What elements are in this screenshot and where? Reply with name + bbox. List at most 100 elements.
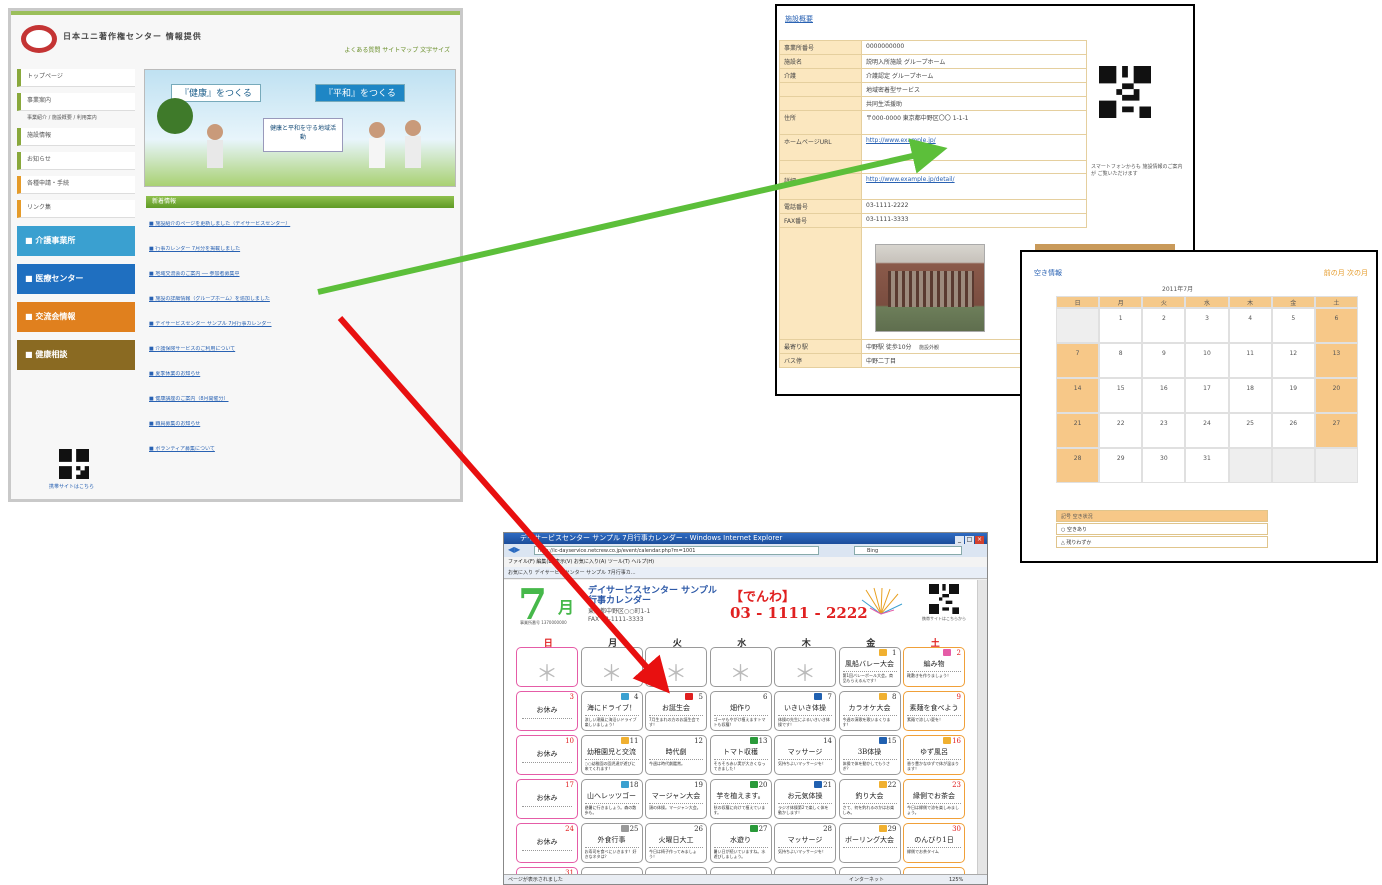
favorites-bar[interactable]: お気に入り デイサービスセンター サンプル 7月行事カ... <box>504 567 987 579</box>
calendar-day-cell[interactable]: 20 芋を植えます。 秋の収穫に向けて植えています。 <box>709 779 772 819</box>
availability-day-cell[interactable]: 25 <box>1228 413 1272 448</box>
calendar-day-cell[interactable]: 29 ボーリング大会 <box>838 823 901 863</box>
calendar-day-cell[interactable]: 22 釣り大会 さて、何を釣れるのかはお楽しみ。 <box>838 779 901 819</box>
availability-day-cell[interactable]: 19 <box>1271 378 1315 413</box>
availability-day-cell[interactable]: 10 <box>1185 343 1229 378</box>
maximize-icon[interactable]: □ <box>965 536 974 544</box>
availability-day-cell[interactable]: 9 <box>1142 343 1186 378</box>
news-item[interactable]: ■ 地域交流会のご案内 ── 参加者募集中 <box>149 271 449 278</box>
calendar-day-cell[interactable]: 3 お休み <box>516 691 578 731</box>
calendar-day-cell[interactable]: 12 時代劇 今週は時代劇鑑賞。 <box>645 735 707 775</box>
availability-day-cell[interactable]: 2 <box>1142 308 1186 343</box>
availability-day-cell[interactable]: 7 <box>1056 343 1100 378</box>
calendar-day-cell[interactable]: 15 3B体操 体操で体を動かしてもうさぎ？ <box>838 735 901 775</box>
availability-day-cell[interactable]: 18 <box>1228 378 1272 413</box>
nav-item-0[interactable]: トップページ <box>17 69 135 87</box>
calendar-day-cell[interactable]: 24 お休み <box>516 823 578 863</box>
nav-item-2[interactable]: 施設情報 <box>17 128 135 146</box>
calendar-day-cell[interactable]: ＊ <box>709 647 772 687</box>
breadcrumb[interactable]: 施設概要 <box>785 14 813 24</box>
availability-day-cell[interactable]: 5 <box>1271 308 1315 343</box>
availability-day-cell[interactable]: 17 <box>1185 378 1229 413</box>
calendar-day-cell[interactable]: ＊ <box>645 647 707 687</box>
month-nav-links[interactable]: 前の月 次の月 <box>1324 268 1368 278</box>
availability-day-cell[interactable]: 15 <box>1099 378 1143 413</box>
news-item[interactable]: ■ 施設の詳細情報（グループホーム）を追加しました <box>149 296 449 303</box>
calendar-day-cell[interactable]: 16 ゆず風呂 香り豊かなゆずで体が温まります！ <box>903 735 965 775</box>
calendar-day-cell[interactable]: 17 お休み <box>516 779 578 819</box>
calendar-day-cell[interactable]: ＊ <box>580 647 643 687</box>
close-icon[interactable]: × <box>975 536 984 544</box>
news-item[interactable]: ■ ボランティア募集について <box>149 446 449 453</box>
availability-day-cell[interactable]: 26 <box>1271 413 1315 448</box>
calendar-day-cell[interactable]: 6 畑作り ゴーヤもやがけ植えますトマトも収穫！ <box>709 691 772 731</box>
calendar-day-cell[interactable]: 9 素麺を食べよう 素麺で涼しい夏を！ <box>903 691 965 731</box>
vertical-scrollbar[interactable] <box>977 580 987 876</box>
calendar-day-cell[interactable]: 26 火曜日大工 今日は椅子作ってみましょう！ <box>645 823 707 863</box>
calendar-day-cell[interactable]: 11 幼稚園児と交流 ○○幼稚園の園児達が遊びに来てくれます！ <box>580 735 643 775</box>
calendar-day-cell[interactable]: 2 編み物 靴敷きを作りましょう！ <box>903 647 965 687</box>
availability-day-cell[interactable]: 13 <box>1314 343 1358 378</box>
nav-item-4[interactable]: 各種申請・手続 <box>17 176 135 194</box>
news-item[interactable]: ■ 職員募集のお知らせ <box>149 421 449 428</box>
menu-bar[interactable]: ファイル(F) 編集(E) 表示(V) お気に入り(A) ツール(T) ヘルプ(… <box>504 557 987 567</box>
sub-nav[interactable]: 事業紹介 / 施設概要 / 利用案内 <box>27 115 135 122</box>
availability-day-cell[interactable]: 21 <box>1056 413 1100 448</box>
calendar-day-cell[interactable]: 7 いきいき体操 体操の先生によるいきいき体操です！ <box>774 691 836 731</box>
availability-day-cell[interactable]: 12 <box>1271 343 1315 378</box>
calendar-day-cell[interactable]: 28 マッサージ 気持ちよいマッサージを！ <box>774 823 836 863</box>
availability-day-cell[interactable]: 16 <box>1142 378 1186 413</box>
calendar-day-cell[interactable]: 8 カラオケ大会 今週の演歌を歌いまくります！ <box>838 691 901 731</box>
availability-day-cell[interactable]: 20 <box>1314 378 1358 413</box>
calendar-day-cell[interactable]: ＊ <box>774 647 836 687</box>
calendar-day-cell[interactable]: 14 マッサージ 気持ちよいマッサージを！ <box>774 735 836 775</box>
minimize-icon[interactable]: _ <box>955 536 964 544</box>
calendar-day-cell[interactable]: 23 縁側でお茶会 今日は縁側で涼を楽しみましょう。 <box>903 779 965 819</box>
header-links[interactable]: よくある質問 サイトマップ 文字サイズ <box>344 45 450 54</box>
detail-link[interactable]: http://www.example.jp/detail/ <box>861 173 1087 200</box>
availability-day-cell[interactable]: 23 <box>1142 413 1186 448</box>
availability-day-cell[interactable]: 29 <box>1099 448 1143 483</box>
qr-caption[interactable]: 携帯サイトはこちら <box>49 483 94 490</box>
back-forward-icon[interactable]: ◀▶ <box>508 545 520 554</box>
news-item[interactable]: ■ 施設紹介のページを更新しました（デイサービスセンター） <box>149 221 449 228</box>
availability-day-cell[interactable]: 24 <box>1185 413 1229 448</box>
url-input[interactable]: http://ic-dayservice.netcrew.co.jp/event… <box>534 546 819 555</box>
calendar-day-cell[interactable]: 30 のんびり1日 縁側でお茶タイム <box>903 823 965 863</box>
news-item[interactable]: ■ 行事カレンダー 7月分を掲載しました <box>149 246 449 253</box>
calendar-day-cell[interactable]: 18 山へレッツゴー 避暑に行きましょう。森の散歩も。 <box>580 779 643 819</box>
news-item[interactable]: ■ デイサービスセンター サンプル 7月行事カレンダー <box>149 321 449 328</box>
news-item[interactable]: ■ 夏季休業のお知らせ <box>149 371 449 378</box>
news-item[interactable]: ■ 健康講座のご案内（8月開催分） <box>149 396 449 403</box>
homepage-link[interactable]: http://www.example.jp/ <box>861 134 1087 161</box>
availability-day-cell[interactable]: 28 <box>1056 448 1100 483</box>
availability-day-cell[interactable]: 27 <box>1314 413 1358 448</box>
search-input[interactable]: Bing <box>854 546 962 555</box>
calendar-day-cell[interactable]: 5 お誕生会 7月生まれの方のお誕生会です！ <box>645 691 707 731</box>
calendar-day-cell[interactable]: 27 水遊り 暑い日が続いていますね。水遊びしましょう。 <box>709 823 772 863</box>
news-item[interactable]: ■ 介護保険サービスのご利用について <box>149 346 449 353</box>
calendar-day-cell[interactable]: 13 トマト収穫 そろそろ赤い実が大きくなってきました！ <box>709 735 772 775</box>
nav-item-5[interactable]: リンク集 <box>17 200 135 218</box>
availability-day-cell[interactable]: 30 <box>1142 448 1186 483</box>
calendar-day-cell[interactable]: 1 風船バレー大会 第1回バレーボール大会。商品もらえるんです！ <box>838 647 901 687</box>
banner-button-1[interactable]: ■ 医療センター <box>17 264 135 294</box>
availability-day-cell[interactable]: 6 <box>1314 308 1358 343</box>
banner-button-3[interactable]: ■ 健康相談 <box>17 340 135 370</box>
availability-day-cell[interactable]: 14 <box>1056 378 1100 413</box>
breadcrumb[interactable]: 空き情報 <box>1034 268 1062 278</box>
calendar-day-cell[interactable]: 10 お休み <box>516 735 578 775</box>
availability-day-cell[interactable]: 11 <box>1228 343 1272 378</box>
nav-item-3[interactable]: お知らせ <box>17 152 135 170</box>
calendar-day-cell[interactable]: ＊ <box>516 647 578 687</box>
banner-button-0[interactable]: ■ 介護事業所 <box>17 226 135 256</box>
calendar-day-cell[interactable]: 25 外食行事 お寿司を食べにいきます！好きなネタは？ <box>580 823 643 863</box>
availability-day-cell[interactable]: 3 <box>1185 308 1229 343</box>
site-logo[interactable] <box>21 25 57 53</box>
banner-button-2[interactable]: ■ 交流会情報 <box>17 302 135 332</box>
calendar-day-cell[interactable]: 19 マージャン大会 頭の体操。マージャン大会。 <box>645 779 707 819</box>
nav-item-1[interactable]: 事業案内 <box>17 93 135 111</box>
zoom-level[interactable]: 125% <box>949 875 963 884</box>
calendar-day-cell[interactable]: 21 お元気体操 ラジオ体操第2で楽しく体を動かします！ <box>774 779 836 819</box>
availability-day-cell[interactable]: 1 <box>1099 308 1143 343</box>
